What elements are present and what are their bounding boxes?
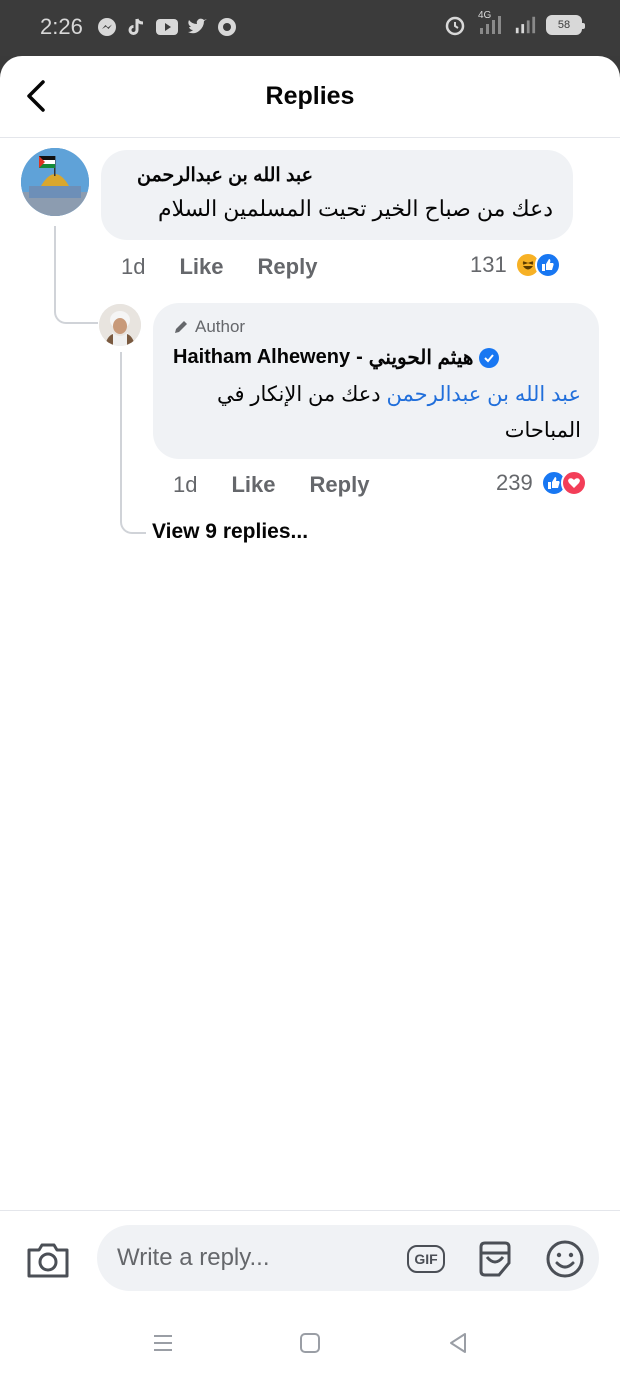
comment-actions: 1d Like Reply xyxy=(121,254,351,280)
twitter-icon xyxy=(186,16,208,38)
signal-icon-1: 4G xyxy=(476,10,504,36)
reaction-count: 131 xyxy=(470,252,507,277)
reaction-summary[interactable]: 131 xyxy=(470,252,561,278)
battery-icon: 58 xyxy=(546,15,585,35)
comment-bubble[interactable]: عبد الله بن عبدالرحمن دعك من صباح الخير … xyxy=(101,150,573,240)
back-triangle-icon xyxy=(450,1333,466,1353)
thread-connector xyxy=(54,226,98,324)
home-button[interactable] xyxy=(295,1328,325,1358)
signal-icon-2 xyxy=(514,14,536,36)
recent-apps-button[interactable] xyxy=(148,1328,178,1358)
reply-author-ar: هيثم الحويني xyxy=(368,347,474,369)
page-title: Replies xyxy=(265,82,355,110)
author-avatar-image xyxy=(99,304,141,346)
status-bar: 2:26 4G 58 xyxy=(0,0,620,56)
avatar[interactable] xyxy=(21,148,89,216)
reply-author[interactable]: Haitham Alheweny - هيثم الحويني xyxy=(173,345,500,370)
like-reaction-icon xyxy=(534,252,561,278)
reaction-count: 239 xyxy=(496,470,533,495)
reply-text: عبد الله بن عبدالرحمن دعك من الإنكار في … xyxy=(171,377,581,449)
thread-connector xyxy=(120,352,146,534)
like-button[interactable]: Like xyxy=(179,254,223,280)
view-more-replies-link[interactable]: View 9 replies... xyxy=(152,520,308,544)
camera-button[interactable] xyxy=(24,1239,72,1281)
replies-sheet: Replies عبد الله بن عبدالرحمن دعك من صبا… xyxy=(0,56,620,1377)
camera-icon xyxy=(27,1243,69,1278)
dome-avatar-image xyxy=(21,148,89,216)
reply-author-separator: - xyxy=(356,346,363,368)
comment-author[interactable]: عبد الله بن عبدالرحمن xyxy=(137,164,313,187)
reply-input-container[interactable]: GIF xyxy=(97,1225,599,1291)
home-square-icon xyxy=(300,1333,320,1353)
messenger-icon xyxy=(96,16,118,38)
reply-composer: GIF xyxy=(0,1210,620,1305)
emoji-icon xyxy=(546,1240,584,1278)
comment-text: دعك من صباح الخير تحيت المسلمين السلام xyxy=(158,196,553,221)
reply-time[interactable]: 1d xyxy=(173,472,197,498)
sticker-icon xyxy=(479,1241,511,1277)
reaction-summary[interactable]: 239 xyxy=(496,470,587,496)
comment-time[interactable]: 1d xyxy=(121,254,145,280)
tiktok-icon xyxy=(126,16,148,38)
author-badge: Author xyxy=(173,317,245,337)
verified-badge-icon xyxy=(479,347,500,368)
reply-button[interactable]: Reply xyxy=(310,472,370,498)
system-status: 4G 58 xyxy=(444,10,585,36)
reply-input[interactable] xyxy=(117,1239,397,1277)
pencil-icon xyxy=(175,321,187,333)
emoji-button[interactable] xyxy=(544,1239,586,1279)
reply-bubble[interactable]: Author Haitham Alheweny - هيثم الحويني ع… xyxy=(153,303,599,459)
avatar[interactable] xyxy=(99,304,141,346)
header: Replies xyxy=(0,56,620,138)
mention-link[interactable]: عبد الله بن عبدالرحمن xyxy=(387,383,582,406)
youtube-icon xyxy=(156,16,178,38)
reply-actions: 1d Like Reply xyxy=(173,472,403,498)
reply-button[interactable]: Reply xyxy=(258,254,318,280)
system-back-button[interactable] xyxy=(443,1328,473,1358)
status-time: 2:26 xyxy=(40,14,83,39)
alarm-icon xyxy=(444,14,466,36)
network-type: 4G xyxy=(478,10,492,21)
gif-button[interactable]: GIF xyxy=(405,1239,447,1279)
gif-icon: GIF xyxy=(407,1245,445,1273)
like-button[interactable]: Like xyxy=(231,472,275,498)
menu-icon xyxy=(154,1335,172,1351)
reply-author-en: Haitham Alheweny xyxy=(173,346,351,368)
system-navigation-bar xyxy=(0,1318,620,1377)
app-icon xyxy=(216,16,238,38)
sticker-button[interactable] xyxy=(474,1239,516,1279)
author-badge-label: Author xyxy=(195,317,246,336)
love-reaction-icon xyxy=(560,470,587,496)
notification-icons xyxy=(96,16,238,38)
